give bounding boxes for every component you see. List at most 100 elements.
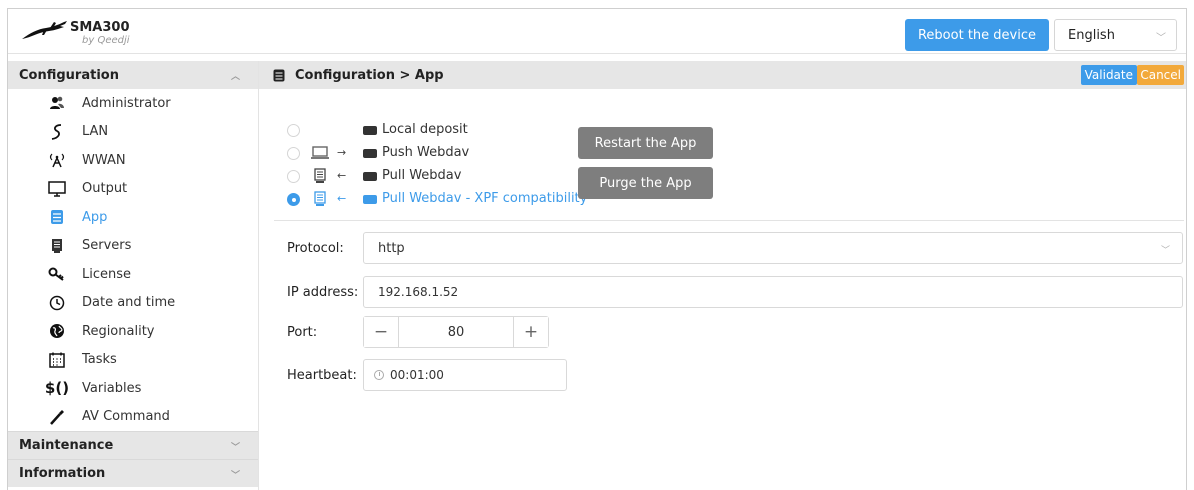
calendar-icon <box>48 351 66 369</box>
sidebar-item-label: License <box>82 266 132 282</box>
radio-button[interactable] <box>287 124 300 137</box>
mode-label: Pull Webdav - XPF compatibility <box>382 191 588 206</box>
sidebar-section-label: Maintenance <box>19 438 114 453</box>
sidebar-item-label: LAN <box>82 124 109 140</box>
database-icon <box>273 69 285 81</box>
app-window: SMA300 by Qeedji Reboot the device Engli… <box>7 8 1187 490</box>
sidebar-item-label: App <box>82 209 108 225</box>
sidebar-list: Administrator LAN WWAN Output App Server… <box>8 89 258 431</box>
protocol-select[interactable]: http ﹀ <box>363 232 1183 264</box>
sidebar: Configuration ︿ Administrator LAN WWAN O… <box>8 61 258 490</box>
arrow-right-icon: → <box>337 146 347 159</box>
ip-address-input[interactable]: 192.168.1.52 <box>363 276 1183 308</box>
storage-icon <box>363 195 377 204</box>
sidebar-item-label: Servers <box>82 238 132 254</box>
ip-value: 192.168.1.52 <box>378 285 459 299</box>
mode-label: Push Webdav <box>382 145 470 160</box>
sidebar-item-regionality[interactable]: Regionality <box>8 317 258 346</box>
sidebar-section-configuration[interactable]: Configuration ︿ <box>8 61 258 89</box>
page-header: Configuration > App Validate Cancel <box>259 61 1186 89</box>
radio-button-selected[interactable] <box>287 193 300 206</box>
sidebar-item-wwan[interactable]: WWAN <box>8 146 258 175</box>
protocol-row: Protocol: <box>287 232 344 264</box>
mode-option-local-deposit[interactable]: Local deposit <box>287 119 587 142</box>
gecko-logo-icon <box>22 21 67 39</box>
laptop-icon <box>311 144 329 162</box>
sidebar-item-label: Administrator <box>82 95 171 111</box>
top-bar: SMA300 by Qeedji Reboot the device Engli… <box>8 9 1186 54</box>
storage-icon <box>363 172 377 181</box>
heartbeat-label: Heartbeat: <box>287 367 357 383</box>
arrow-left-icon: ← <box>337 192 347 205</box>
mode-option-pull-webdav[interactable]: ← Pull Webdav <box>287 165 587 188</box>
database-icon <box>48 208 66 226</box>
sidebar-section-maintenance[interactable]: Maintenance ﹀ <box>8 431 258 459</box>
server-icon <box>311 190 329 208</box>
ip-row: IP address: <box>287 276 358 308</box>
validate-button[interactable]: Validate <box>1080 65 1137 85</box>
sidebar-item-av-command[interactable]: AV Command <box>8 403 258 432</box>
port-row: Port: <box>287 316 317 348</box>
sidebar-item-label: Regionality <box>82 323 155 339</box>
storage-icon <box>363 126 377 135</box>
key-icon <box>48 265 66 283</box>
mode-label: Pull Webdav <box>382 168 462 183</box>
server-icon <box>48 237 66 255</box>
sidebar-item-tasks[interactable]: Tasks <box>8 346 258 375</box>
decrement-button[interactable]: − <box>364 317 398 347</box>
clock-icon <box>374 370 384 380</box>
radio-button[interactable] <box>287 170 300 183</box>
heartbeat-input[interactable]: 00:01:00 <box>363 359 567 391</box>
antenna-icon <box>48 151 66 169</box>
logo: SMA300 by Qeedji <box>20 15 130 47</box>
sidebar-item-label: AV Command <box>82 409 170 425</box>
sidebar-item-variables[interactable]: $() Variables <box>8 374 258 403</box>
users-icon <box>48 94 66 112</box>
sidebar-item-label: Date and time <box>82 295 176 311</box>
sidebar-item-administrator[interactable]: Administrator <box>8 89 258 118</box>
port-value[interactable]: 80 <box>398 317 514 347</box>
protocol-value: http <box>378 240 405 256</box>
sidebar-item-label: Tasks <box>82 352 117 368</box>
purge-app-button[interactable]: Purge the App <box>578 167 713 199</box>
sidebar-item-license[interactable]: License <box>8 260 258 289</box>
sidebar-item-lan[interactable]: LAN <box>8 118 258 147</box>
chevron-down-icon: ﹀ <box>230 471 240 481</box>
mode-option-pull-webdav-xpf[interactable]: ← Pull Webdav - XPF compatibility <box>287 188 587 211</box>
chevron-up-icon: ︿ <box>230 72 240 82</box>
language-select[interactable]: English ﹀ <box>1054 19 1177 51</box>
brand-by: by Qeedji <box>82 35 130 46</box>
ip-label: IP address: <box>287 284 359 300</box>
reboot-button[interactable]: Reboot the device <box>905 19 1049 51</box>
app-mode-options: Local deposit → Push Webdav ← Pull Webda… <box>287 119 587 219</box>
sidebar-item-servers[interactable]: Servers <box>8 232 258 261</box>
language-value: English <box>1068 27 1115 43</box>
mode-option-push-webdav[interactable]: → Push Webdav <box>287 142 587 165</box>
breadcrumb: Configuration > App <box>295 67 444 83</box>
port-stepper[interactable]: − 80 + <box>363 316 549 348</box>
sidebar-item-app[interactable]: App <box>8 203 258 232</box>
lan-icon <box>48 123 66 141</box>
storage-icon <box>363 149 377 158</box>
sidebar-section-label: Configuration <box>19 67 119 83</box>
restart-app-button[interactable]: Restart the App <box>578 127 713 159</box>
sidebar-item-output[interactable]: Output <box>8 175 258 204</box>
variables-icon: $() <box>44 379 70 397</box>
mode-label: Local deposit <box>382 122 468 137</box>
sidebar-section-information[interactable]: Information ﹀ <box>8 459 258 487</box>
brand-name: SMA300 <box>70 20 130 35</box>
chevron-down-icon: ﹀ <box>230 443 240 453</box>
heartbeat-row: Heartbeat: <box>287 359 357 391</box>
sidebar-item-label: Output <box>82 181 128 197</box>
cancel-button[interactable]: Cancel <box>1137 65 1184 85</box>
monitor-icon <box>48 180 66 198</box>
sidebar-item-label: WWAN <box>82 152 126 168</box>
clock-icon <box>48 294 66 312</box>
arrow-left-icon: ← <box>337 169 347 182</box>
protocol-label: Protocol: <box>287 240 344 256</box>
sidebar-item-date-time[interactable]: Date and time <box>8 289 258 318</box>
radio-button[interactable] <box>287 147 300 160</box>
chevron-down-icon: ﹀ <box>1160 246 1170 256</box>
divider <box>274 220 1184 221</box>
increment-button[interactable]: + <box>514 317 548 347</box>
